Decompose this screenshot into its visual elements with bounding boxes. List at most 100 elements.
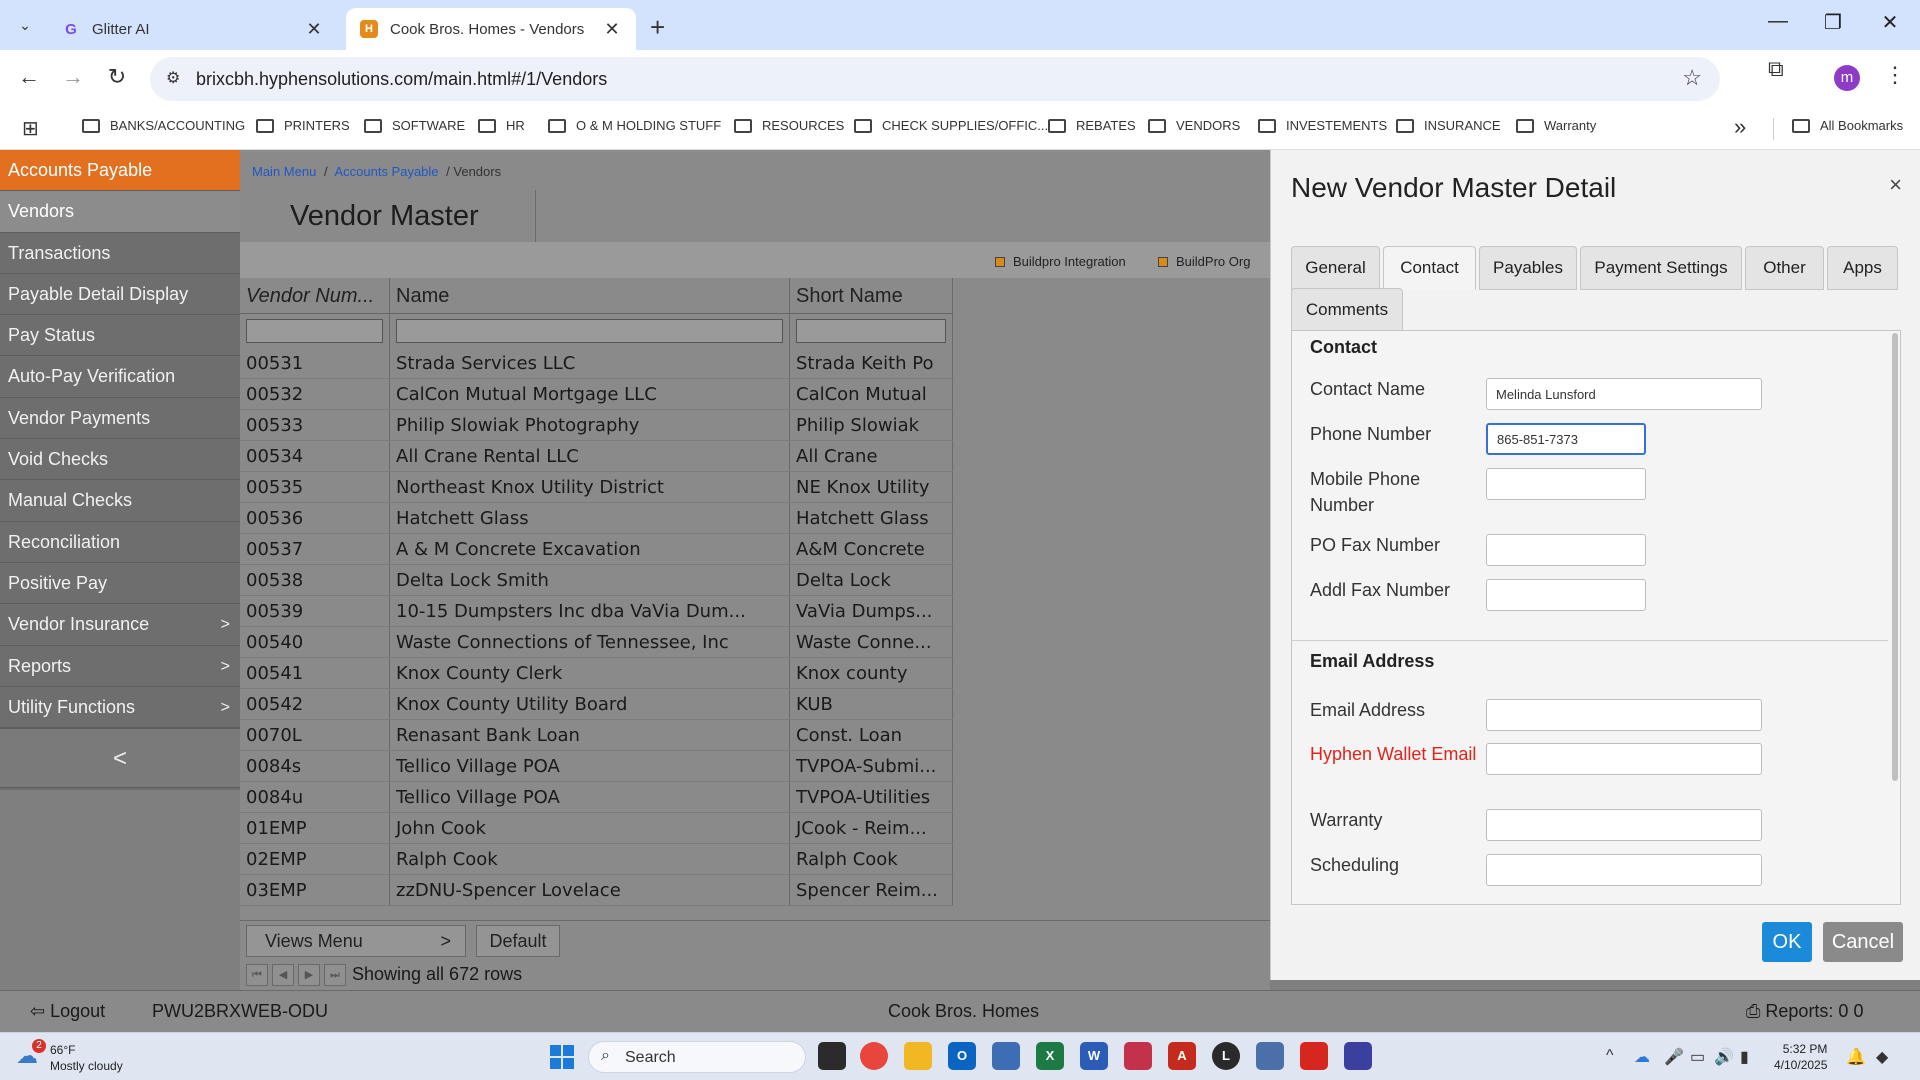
sidebar-item-vendors[interactable]: Vendors	[0, 191, 240, 233]
sidebar-item-reconciliation[interactable]: Reconciliation	[0, 522, 240, 563]
tab-contact[interactable]: Contact	[1383, 246, 1476, 290]
mobile-phone-input[interactable]	[1486, 468, 1646, 500]
table-row[interactable]: 0084u Tellico Village POA TVPOA-Utilities	[240, 782, 953, 813]
lexmark-icon[interactable]: L	[1212, 1042, 1240, 1070]
sidebar-item-void-checks[interactable]: Void Checks	[0, 439, 240, 481]
remote-desktop-icon[interactable]	[992, 1042, 1020, 1070]
minimize-window-icon[interactable]: —	[1758, 10, 1798, 33]
views-menu-button[interactable]: Views Menu >	[246, 925, 466, 957]
logout-link[interactable]: ⇦ Logout	[30, 1001, 105, 1022]
windows-start-icon[interactable]	[550, 1045, 574, 1069]
name-filter-input[interactable]	[396, 319, 783, 343]
sidebar-item-utility-functions[interactable]: Utility Functions >	[0, 687, 240, 729]
table-row[interactable]: 00539 10-15 Dumpsters Inc dba VaVia Dum..…	[240, 596, 953, 627]
show-hidden-icons-chevron-icon[interactable]: ^	[1606, 1047, 1614, 1065]
sidebar-item-vendor-insurance[interactable]: Vendor Insurance >	[0, 604, 240, 646]
new-tab-plus-icon[interactable]: +	[650, 12, 665, 43]
extensions-puzzle-icon[interactable]: ⧉	[1768, 56, 1784, 82]
reload-icon[interactable]: ↻	[102, 64, 132, 90]
site-settings-icon[interactable]: ⚙	[166, 68, 180, 88]
microphone-icon[interactable]: 🎤	[1664, 1047, 1684, 1067]
sidebar-item-transactions[interactable]: Transactions	[0, 233, 240, 274]
ok-button[interactable]: OK	[1762, 922, 1812, 962]
sidebar-item-payable-detail-display[interactable]: Payable Detail Display	[0, 274, 240, 316]
chrome-icon[interactable]	[860, 1042, 888, 1070]
bookmark-star-icon[interactable]: ☆	[1682, 65, 1702, 91]
next-page-icon[interactable]: ▶	[298, 964, 320, 986]
bookmark-folder[interactable]: HR	[478, 118, 525, 133]
po-fax-input[interactable]	[1486, 534, 1646, 566]
close-tab-icon[interactable]: ✕	[598, 19, 626, 40]
bookmark-folder[interactable]: INVESTEMENTS	[1258, 118, 1387, 133]
scheduling-email-input[interactable]	[1486, 854, 1762, 886]
table-row[interactable]: 00537 A & M Concrete Excavation A&M Concre…	[240, 534, 953, 565]
table-row[interactable]: 01EMP John Cook JCook - Reim...	[240, 813, 953, 844]
tab-general[interactable]: General	[1291, 246, 1380, 290]
panel-scrollbar[interactable]	[1888, 331, 1900, 904]
taskbar-search[interactable]: ⌕ Search	[588, 1041, 806, 1073]
tab-payables[interactable]: Payables	[1479, 246, 1577, 290]
bookmark-folder[interactable]: Warranty	[1516, 118, 1596, 133]
column-header-name[interactable]: Name	[390, 278, 790, 313]
email-address-input[interactable]	[1486, 699, 1762, 731]
table-row[interactable]: 03EMP zzDNU-Spencer Lovelace Spencer Reim.…	[240, 875, 953, 906]
tab-apps[interactable]: Apps	[1827, 246, 1898, 290]
addl-fax-input[interactable]	[1486, 579, 1646, 611]
column-header-vendor-number[interactable]: Vendor Num...	[240, 278, 390, 313]
bookmark-folder[interactable]: CHECK SUPPLIES/OFFIC...	[854, 118, 1048, 133]
table-row[interactable]: 00536 Hatchett Glass Hatchett Glass	[240, 503, 953, 534]
table-row[interactable]: 02EMP Ralph Cook Ralph Cook	[240, 844, 953, 875]
task-view-icon[interactable]	[818, 1042, 846, 1070]
snipping-tool-icon[interactable]	[1124, 1042, 1152, 1070]
breadcrumb-main-menu[interactable]: Main Menu	[252, 164, 316, 179]
battery-icon[interactable]: ▮	[1740, 1047, 1749, 1067]
cancel-button[interactable]: Cancel	[1823, 922, 1903, 962]
tab-payment-settings[interactable]: Payment Settings	[1580, 246, 1742, 290]
first-page-icon[interactable]: ⏮	[246, 964, 268, 986]
table-row[interactable]: 00531 Strada Services LLC Strada Keith Po	[240, 348, 953, 379]
browser-menu-icon[interactable]: ⋮	[1884, 62, 1906, 88]
sidebar-item-manual-checks[interactable]: Manual Checks	[0, 480, 240, 522]
table-row[interactable]: 00533 Philip Slowiak Photography Philip Sl…	[240, 410, 953, 441]
vendor-number-filter-input[interactable]	[246, 319, 383, 343]
table-row[interactable]: 00542 Knox County Utility Board KUB	[240, 689, 953, 720]
table-row[interactable]: 00540 Waste Connections of Tennessee, Inc…	[240, 627, 953, 658]
quickbooks-icon[interactable]	[1344, 1042, 1372, 1070]
tab-comments[interactable]: Comments	[1291, 288, 1403, 332]
table-row[interactable]: 0084s Tellico Village POA TVPOA-Submi...	[240, 751, 953, 782]
tab-glitter-ai[interactable]: G Glitter AI ✕	[48, 8, 338, 50]
file-explorer-icon[interactable]	[904, 1042, 932, 1070]
bookmark-folder[interactable]: PRINTERS	[256, 118, 350, 133]
sidebar-item-positive-pay[interactable]: Positive Pay	[0, 563, 240, 605]
excel-icon[interactable]: X	[1036, 1042, 1064, 1070]
onedrive-cloud-icon[interactable]: ☁	[1634, 1047, 1650, 1067]
close-window-icon[interactable]: ✕	[1870, 10, 1910, 35]
bookmark-folder[interactable]: O & M HOLDING STUFF	[548, 118, 721, 133]
more-bookmarks-chevron-icon[interactable]: »	[1734, 114, 1746, 140]
restore-window-icon[interactable]: ❐	[1813, 10, 1853, 35]
table-row[interactable]: 00535 Northeast Knox Utility District NE K…	[240, 472, 953, 503]
forward-arrow-icon[interactable]: →	[58, 64, 88, 90]
warranty-email-input[interactable]	[1486, 809, 1762, 841]
table-row[interactable]: 0070L Renasant Bank Loan Const. Loan	[240, 720, 953, 751]
last-page-icon[interactable]: ⏭	[324, 964, 346, 986]
close-icon[interactable]: ×	[1889, 172, 1902, 198]
system-clock[interactable]: 5:32 PM 4/10/2025	[1774, 1041, 1827, 1073]
outlook-icon[interactable]: O	[948, 1042, 976, 1070]
url-text[interactable]: brixcbh.hyphensolutions.com/main.html#/1…	[196, 69, 607, 90]
previous-page-icon[interactable]: ◀	[272, 964, 294, 986]
short-name-filter-input[interactable]	[796, 319, 946, 343]
hyphen-wallet-email-input[interactable]	[1486, 743, 1762, 775]
apps-grid-icon[interactable]: ⊞	[22, 116, 39, 141]
table-row[interactable]: 00541 Knox County Clerk Knox county	[240, 658, 953, 689]
display-icon[interactable]: ▭	[1690, 1047, 1705, 1067]
all-bookmarks-folder[interactable]: All Bookmarks	[1792, 118, 1903, 133]
bookmark-folder[interactable]: SOFTWARE	[364, 118, 465, 133]
word-icon[interactable]: W	[1080, 1042, 1108, 1070]
tab-search-chevron-icon[interactable]: ⌄	[10, 10, 40, 40]
column-header-short-name[interactable]: Short Name	[790, 278, 953, 313]
address-bar[interactable]: ⚙ brixcbh.hyphensolutions.com/main.html#…	[150, 57, 1720, 101]
acrobat-icon[interactable]	[1300, 1042, 1328, 1070]
bookmark-folder[interactable]: VENDORS	[1148, 118, 1240, 133]
tab-cook-bros-vendors[interactable]: H Cook Bros. Homes - Vendors ✕	[346, 8, 636, 50]
